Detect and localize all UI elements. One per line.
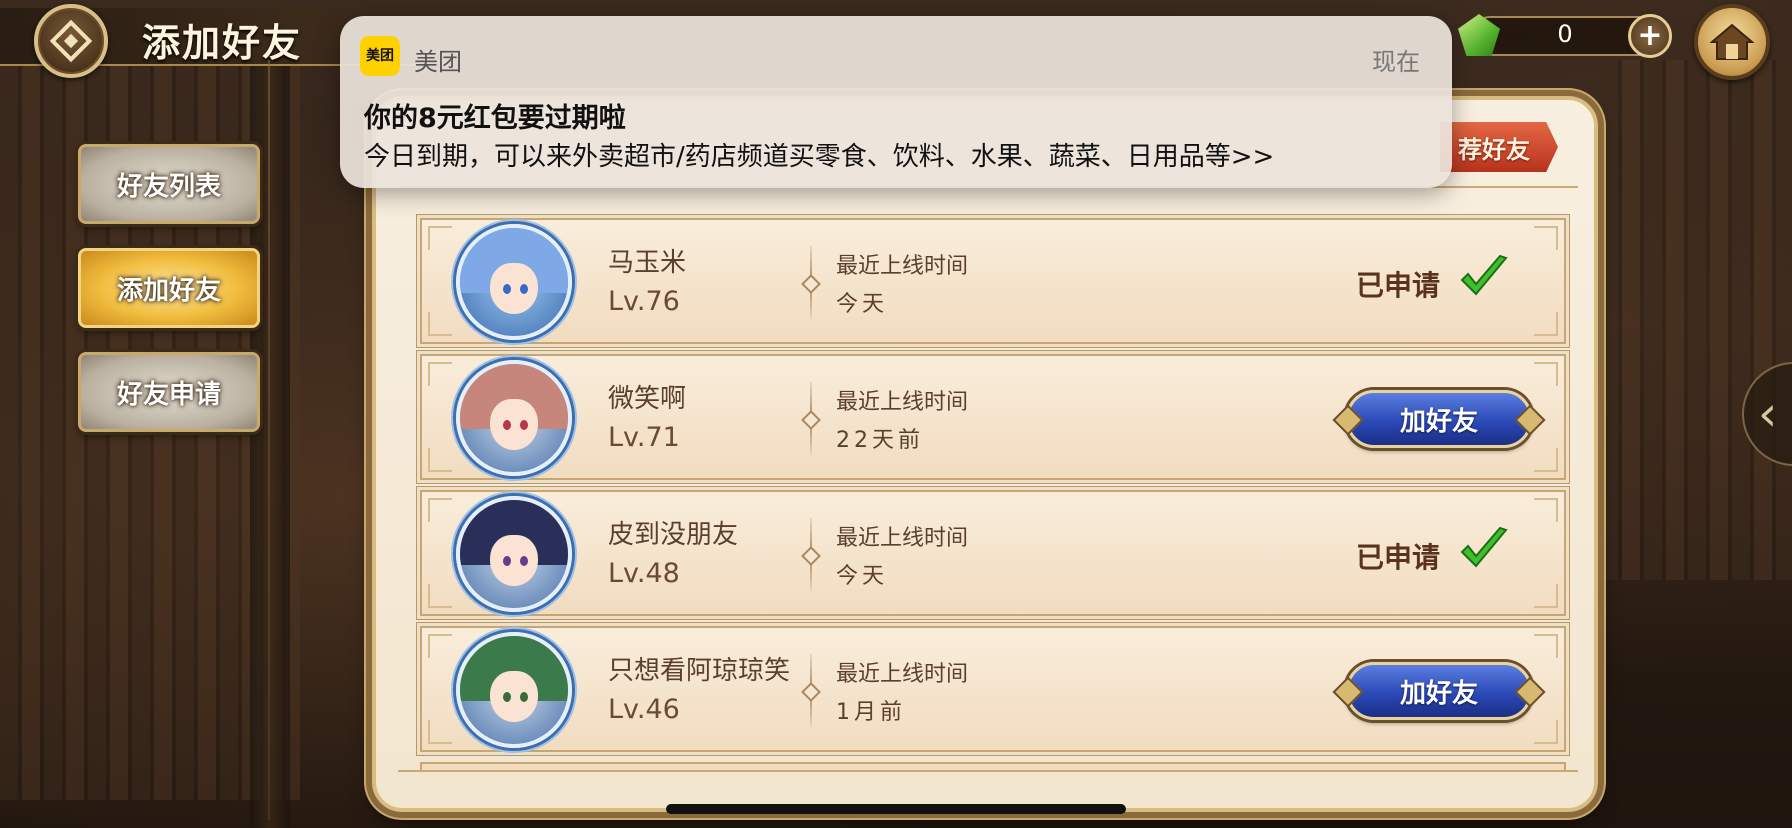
last-online-value: 22天前 <box>836 428 924 453</box>
friend-row: 皮到没朋友 Lv.48 最近上线时间 今天 已申请 <box>420 490 1566 616</box>
tab-recommend-friends[interactable]: 荐好友 <box>1440 122 1558 172</box>
friend-row: 马玉米 Lv.76 最近上线时间 今天 已申请 <box>420 218 1566 344</box>
home-indicator[interactable] <box>666 804 1126 814</box>
meituan-app-icon: 美团 <box>360 36 400 76</box>
check-icon <box>1460 526 1508 568</box>
player-level: Lv.71 <box>608 422 680 453</box>
row-separator <box>810 654 812 728</box>
notification-time: 现在 <box>1372 48 1420 76</box>
player-name: 微笑啊 <box>608 384 687 414</box>
player-level: Lv.46 <box>608 694 680 725</box>
last-online-value: 1月前 <box>836 700 906 725</box>
back-diamond-icon <box>49 19 93 63</box>
last-online-label: 最近上线时间 <box>836 526 969 551</box>
player-name: 马玉米 <box>608 248 687 278</box>
check-icon <box>1460 254 1508 296</box>
add-friend-button[interactable]: 加好友 <box>1346 390 1532 448</box>
plus-icon: + <box>1637 18 1663 53</box>
friend-row-partial <box>420 762 1566 770</box>
friend-row: 微笑啊 Lv.71 最近上线时间 22天前 加好友 <box>420 354 1566 480</box>
avatar <box>456 360 572 476</box>
last-online-value: 今天 <box>836 564 889 589</box>
row-separator <box>810 246 812 320</box>
player-level: Lv.48 <box>608 558 680 589</box>
page-title: 添加好友 <box>142 20 303 65</box>
player-level: Lv.76 <box>608 286 680 317</box>
panel-bottom-divider <box>398 770 1578 772</box>
notification-app-name: 美团 <box>414 48 462 76</box>
player-name: 只想看阿琼琼笑 <box>608 656 791 686</box>
last-online-label: 最近上线时间 <box>836 390 969 415</box>
currency-value: 0 <box>1557 20 1573 48</box>
chevron-left-icon: ‹ <box>1758 386 1778 442</box>
last-online-label: 最近上线时间 <box>836 254 969 279</box>
add-friend-button[interactable]: 加好友 <box>1346 662 1532 720</box>
row-separator <box>810 518 812 592</box>
home-button[interactable] <box>1694 4 1770 80</box>
avatar <box>456 496 572 612</box>
push-notification[interactable]: 美团 美团 现在 你的8元红包要过期啦 今日到期，可以来外卖超市/药店频道买零食… <box>340 16 1452 188</box>
add-currency-button[interactable]: + <box>1628 14 1672 58</box>
player-name: 皮到没朋友 <box>608 520 739 550</box>
notification-title: 你的8元红包要过期啦 <box>364 103 626 134</box>
home-icon <box>1710 23 1754 60</box>
avatar <box>456 632 572 748</box>
back-button[interactable] <box>34 4 108 78</box>
avatar <box>456 224 572 340</box>
sidebar-item-friend-list[interactable]: 好友列表 <box>78 144 260 224</box>
last-online-label: 最近上线时间 <box>836 662 969 687</box>
sidebar-item-add-friend[interactable]: 添加好友 <box>78 248 260 328</box>
sidebar-divider <box>268 60 270 820</box>
row-separator <box>810 382 812 456</box>
sidebar-item-friend-requests[interactable]: 好友申请 <box>78 352 260 432</box>
applied-status: 已申请 <box>1356 269 1441 302</box>
notification-body: 今日到期，可以来外卖超市/药店频道买零食、饮料、水果、蔬菜、日用品等>> <box>364 142 1275 172</box>
last-online-value: 今天 <box>836 292 889 317</box>
applied-status: 已申请 <box>1356 541 1441 574</box>
friend-row: 只想看阿琼琼笑 Lv.46 最近上线时间 1月前 加好友 <box>420 626 1566 752</box>
